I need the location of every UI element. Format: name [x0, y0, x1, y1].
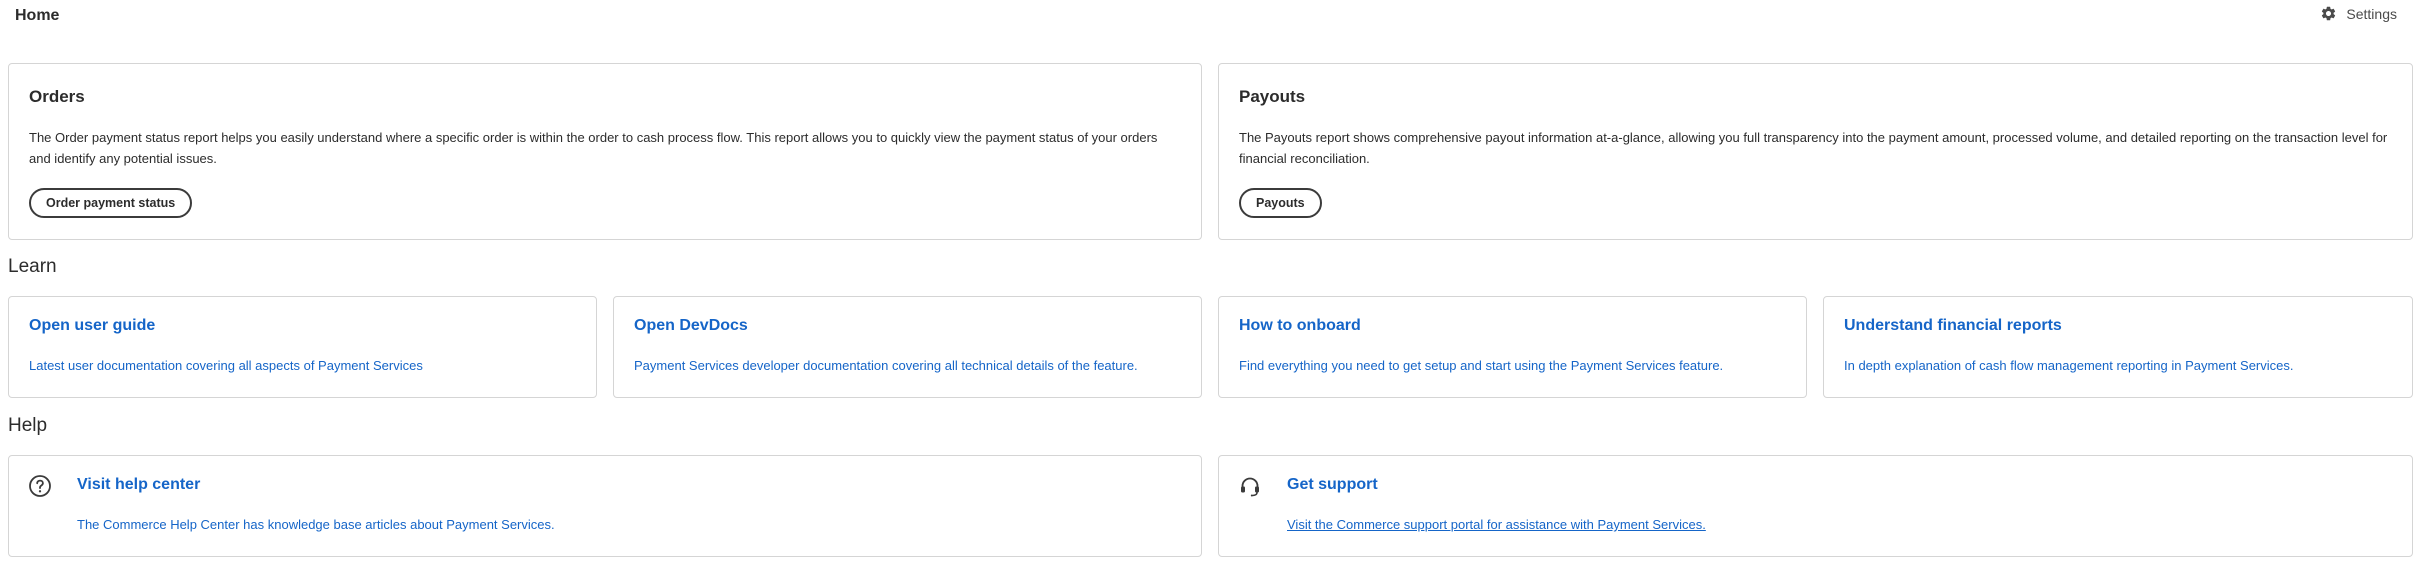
learn-card-financial-reports[interactable]: Understand financial reports In depth ex…	[1823, 296, 2413, 398]
headset-icon	[1238, 474, 1262, 498]
get-support-link[interactable]: Get support	[1287, 476, 1378, 494]
settings-button[interactable]: Settings	[2320, 5, 2397, 22]
support-portal-link[interactable]: Visit the Commerce support portal for as…	[1287, 517, 1706, 532]
understand-financial-reports-link[interactable]: Understand financial reports	[1844, 317, 2062, 335]
learn-card-description: Find everything you need to get setup an…	[1239, 358, 1724, 373]
payouts-title: Payouts	[1239, 87, 1306, 106]
settings-label: Settings	[2346, 5, 2397, 22]
learn-card-description: In depth explanation of cash flow manage…	[1844, 358, 2294, 373]
visit-help-center-link[interactable]: Visit help center	[77, 476, 200, 494]
how-to-onboard-link[interactable]: How to onboard	[1239, 317, 1361, 335]
learn-heading: Learn	[8, 256, 57, 277]
help-card-get-support[interactable]: Get support Visit the Commerce support p…	[1218, 455, 2413, 557]
top-bar: Home Settings	[0, 0, 2424, 34]
order-payment-status-button[interactable]: Order payment status	[29, 188, 193, 218]
open-user-guide-link[interactable]: Open user guide	[29, 317, 155, 335]
question-circle-icon	[28, 474, 52, 498]
payouts-button[interactable]: Payouts	[1239, 188, 1322, 218]
payouts-description: The Payouts report shows comprehensive p…	[1239, 130, 2388, 166]
learn-card-onboard[interactable]: How to onboard Find everything you need …	[1218, 296, 1807, 398]
help-heading: Help	[8, 415, 48, 436]
help-center-description: The Commerce Help Center has knowledge b…	[77, 517, 555, 532]
learn-card-devdocs[interactable]: Open DevDocs Payment Services developer …	[613, 296, 1202, 398]
payouts-card: Payouts The Payouts report shows compreh…	[1218, 63, 2413, 240]
open-devdocs-link[interactable]: Open DevDocs	[634, 317, 748, 335]
learn-card-description: Latest user documentation covering all a…	[29, 358, 423, 373]
orders-description: The Order payment status report helps yo…	[29, 130, 1158, 166]
help-card-help-center[interactable]: Visit help center The Commerce Help Cent…	[8, 455, 1202, 557]
learn-card-description: Payment Services developer documentation…	[634, 358, 1138, 373]
gear-icon	[2320, 5, 2337, 22]
learn-card-user-guide[interactable]: Open user guide Latest user documentatio…	[8, 296, 597, 398]
orders-title: Orders	[29, 87, 85, 106]
page-title: Home	[15, 7, 60, 24]
orders-card: Orders The Order payment status report h…	[8, 63, 1202, 240]
